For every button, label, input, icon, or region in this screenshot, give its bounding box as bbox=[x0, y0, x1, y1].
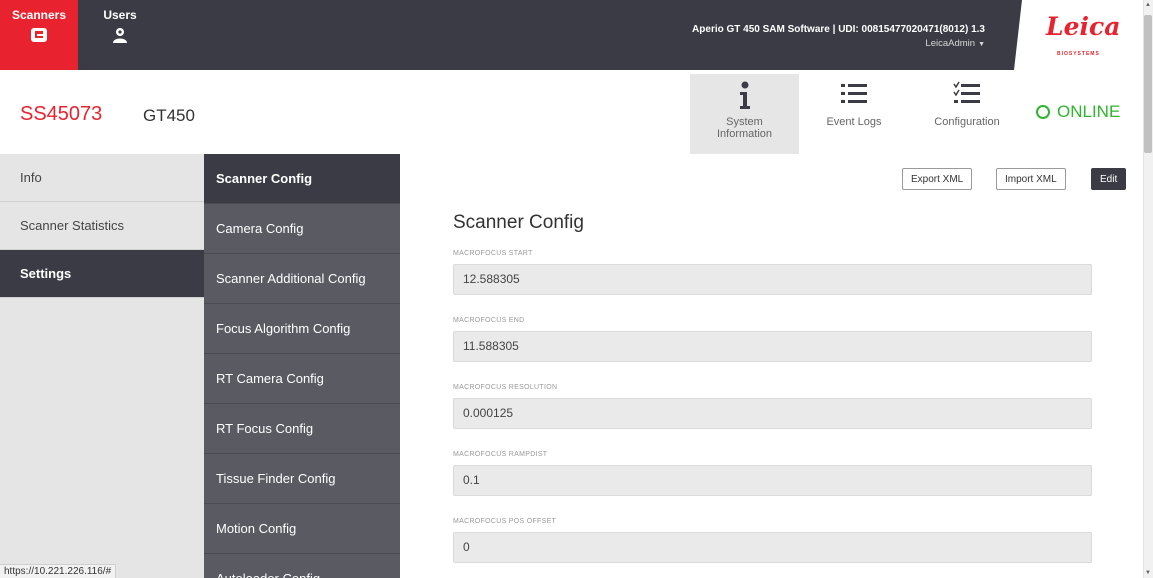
subnav-item-scanner-config[interactable]: Scanner Config bbox=[204, 154, 400, 204]
subnav-item-rt-focus-config[interactable]: RT Focus Config bbox=[204, 404, 400, 454]
page-title: Scanner Config bbox=[453, 212, 584, 233]
tab-label: System Information bbox=[716, 116, 773, 140]
sidebar-item-settings[interactable]: Settings bbox=[0, 250, 204, 298]
tab-label: Event Logs bbox=[826, 116, 882, 128]
status-circle-icon bbox=[1036, 105, 1050, 119]
field-label-macrofocus-end: MACROFOCUS END bbox=[453, 317, 525, 324]
scanner-header: SS45073 GT450 System Information Event L… bbox=[0, 70, 1143, 154]
export-xml-button[interactable]: Export XML bbox=[902, 168, 973, 190]
sidebar-item-scanner-statistics[interactable]: Scanner Statistics bbox=[0, 202, 204, 250]
logo-wordmark: Leica bbox=[1046, 12, 1121, 41]
link-status-url: https://10.221.226.116/# bbox=[0, 564, 117, 578]
field-label-macrofocus-resolution: MACROFOCUS RESOLUTION bbox=[453, 384, 558, 391]
tab-event-logs[interactable]: Event Logs bbox=[806, 74, 902, 154]
subnav-item-autoloader-config[interactable]: Autoloader Config bbox=[204, 554, 400, 578]
subnav-item-motion-config[interactable]: Motion Config bbox=[204, 504, 400, 554]
field-label-macrofocus-rampdist: MACROFOCUS RAMPDIST bbox=[453, 451, 548, 458]
macrofocus-rampdist-field[interactable]: 0.1 bbox=[453, 465, 1092, 496]
nav-tab-label: Scanners bbox=[11, 8, 67, 22]
macrofocus-start-field[interactable]: 12.588305 bbox=[453, 264, 1092, 295]
status-text: ONLINE bbox=[1057, 102, 1121, 121]
logo-subtitle: BIOSYSTEMS bbox=[1057, 51, 1100, 57]
subnav-item-scanner-additional-config[interactable]: Scanner Additional Config bbox=[204, 254, 400, 304]
scroll-down-icon[interactable]: ▼ bbox=[1145, 570, 1151, 576]
field-label-macrofocus-start: MACROFOCUS START bbox=[453, 250, 533, 257]
config-panel: Export XML Import XML Edit Scanner Confi… bbox=[400, 154, 1143, 578]
sidebar-item-info[interactable]: Info bbox=[0, 154, 204, 202]
nav-tab-label: Users bbox=[103, 8, 137, 22]
subnav-item-rt-camera-config[interactable]: RT Camera Config bbox=[204, 354, 400, 404]
user-name: LeicaAdmin bbox=[925, 38, 976, 49]
subnav-item-tissue-finder-config[interactable]: Tissue Finder Config bbox=[204, 454, 400, 504]
nav-tab-scanners[interactable]: Scanners bbox=[0, 0, 78, 70]
scanner-serial: SS45073 bbox=[20, 103, 103, 125]
scrollbar-thumb[interactable] bbox=[1144, 15, 1152, 153]
import-xml-button[interactable]: Import XML bbox=[996, 168, 1066, 190]
checklist-icon bbox=[953, 81, 981, 111]
macrofocus-resolution-field[interactable]: 0.000125 bbox=[453, 398, 1092, 429]
tab-system-information[interactable]: System Information bbox=[690, 74, 799, 154]
subnav-item-focus-algorithm-config[interactable]: Focus Algorithm Config bbox=[204, 304, 400, 354]
leica-logo: Leica BIOSYSTEMS bbox=[1014, 0, 1143, 70]
info-icon bbox=[737, 81, 753, 111]
product-info: Aperio GT 450 SAM Software | UDI: 008154… bbox=[692, 23, 985, 52]
list-icon bbox=[840, 81, 868, 111]
users-icon bbox=[111, 26, 129, 47]
top-navigation-bar: Scanners Users Aperio GT 450 SAM Softwar… bbox=[0, 0, 1143, 70]
caret-down-icon: ▼ bbox=[978, 41, 985, 48]
scanner-icon bbox=[30, 26, 48, 47]
field-label-macrofocus-pos-offset: MACROFOCUS POS OFFSET bbox=[453, 518, 557, 525]
macrofocus-pos-offset-field[interactable]: 0 bbox=[453, 532, 1092, 563]
settings-subnav: Scanner Config Camera Config Scanner Add… bbox=[204, 154, 400, 578]
scroll-up-icon[interactable]: ▲ bbox=[1145, 2, 1151, 8]
macrofocus-end-field[interactable]: 11.588305 bbox=[453, 331, 1092, 362]
page-scrollbar[interactable]: ▲ ▼ bbox=[1143, 0, 1153, 578]
left-sidebar: Info Scanner Statistics Settings bbox=[0, 154, 204, 578]
edit-button[interactable]: Edit bbox=[1091, 168, 1127, 190]
online-status: ONLINE bbox=[1036, 102, 1120, 122]
subnav-item-camera-config[interactable]: Camera Config bbox=[204, 204, 400, 254]
tab-label: Configuration bbox=[934, 116, 1000, 128]
nav-tab-users[interactable]: Users bbox=[100, 0, 140, 70]
tab-configuration[interactable]: Configuration bbox=[910, 74, 1024, 154]
scanner-model: GT450 bbox=[143, 106, 195, 125]
user-menu[interactable]: LeicaAdmin ▼ bbox=[692, 37, 985, 52]
product-line: Aperio GT 450 SAM Software | UDI: 008154… bbox=[692, 24, 985, 35]
